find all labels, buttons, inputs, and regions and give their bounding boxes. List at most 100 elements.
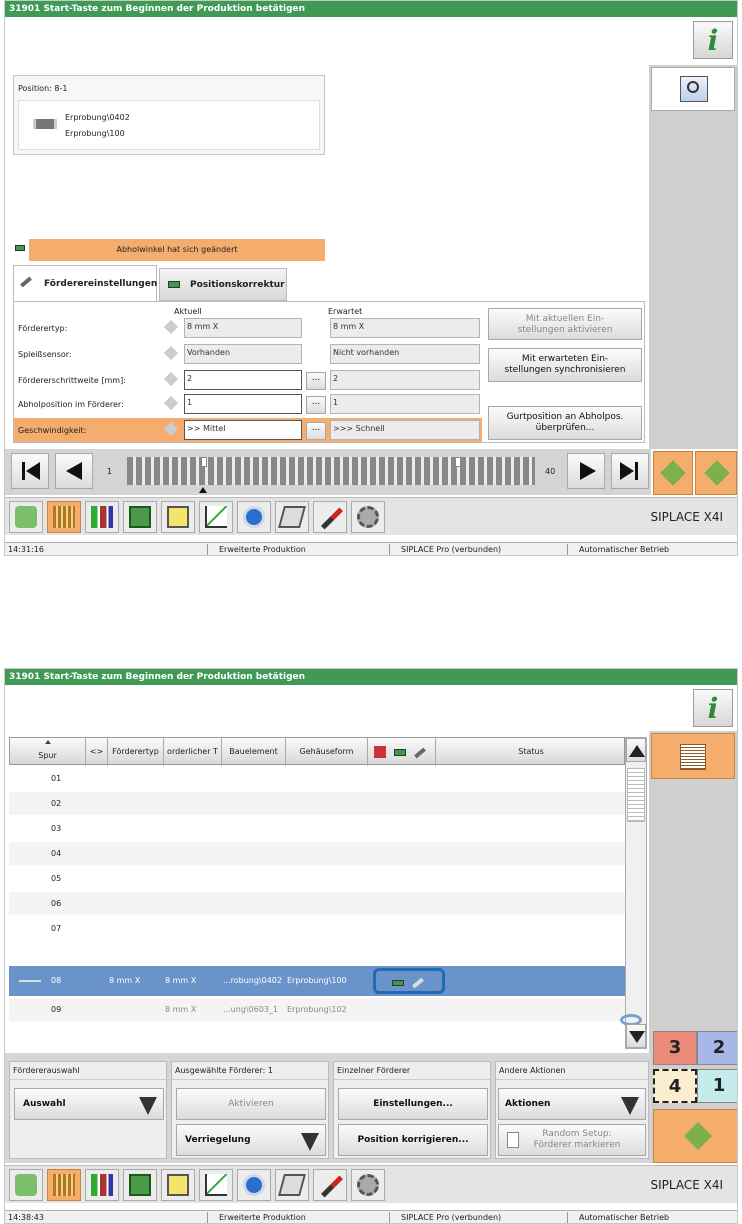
expected-value: >>> Schnell <box>330 420 480 440</box>
pitch-input[interactable]: 2 <box>184 370 302 390</box>
table-row[interactable]: 04 <box>9 842 625 865</box>
correct-position-button[interactable]: Position korrigieren... <box>338 1124 488 1156</box>
table-row-selected[interactable]: 08 8 mm X 8 mm X ...robung\0402 Erprobun… <box>9 966 625 996</box>
column-feeder-type[interactable]: Förderertyp <box>108 738 164 766</box>
camera-icon <box>243 1174 265 1196</box>
screwdriver-icon <box>321 1175 343 1198</box>
row-label: Spleißsensor: <box>18 350 72 359</box>
column-icons[interactable] <box>368 738 436 766</box>
wrench-icon <box>412 977 424 989</box>
diamond-icon <box>163 345 179 361</box>
production-button[interactable] <box>9 501 43 533</box>
camera-button[interactable] <box>237 1169 271 1201</box>
dropdown-arrow-icon <box>301 1133 319 1151</box>
column-spur[interactable]: Spur <box>10 738 86 766</box>
actions-dropdown[interactable]: Aktionen <box>498 1088 646 1120</box>
settings-button[interactable] <box>351 501 385 533</box>
production-button[interactable] <box>9 1169 43 1201</box>
previous-icon <box>66 462 82 480</box>
column-required-type[interactable]: orderlicher T <box>164 738 222 766</box>
tray-button[interactable] <box>275 1169 309 1201</box>
activate-current-button[interactable]: Mit aktuellen Ein- stellungen aktivieren <box>488 308 642 340</box>
inspect-button[interactable] <box>651 67 735 111</box>
continue-button[interactable] <box>653 451 693 495</box>
table-row[interactable]: 10 <box>9 1023 625 1025</box>
table-row[interactable]: 05 <box>9 867 625 890</box>
feeder-track[interactable] <box>127 457 535 485</box>
info-icon: i <box>707 692 719 725</box>
location-1-button[interactable]: 1 <box>697 1069 737 1103</box>
settings-button[interactable]: Einstellungen... <box>338 1088 488 1120</box>
reject-icon <box>374 746 386 758</box>
table-row[interactable]: 09 8 mm X ...ung\0603_1 Erprobung\102 <box>9 998 625 1021</box>
board-button[interactable] <box>123 1169 157 1201</box>
continue-button[interactable] <box>653 1109 737 1163</box>
location-3-button[interactable]: 3 <box>653 1031 697 1065</box>
track-marker <box>201 457 207 467</box>
up-arrow-icon <box>629 745 645 757</box>
messages-button[interactable] <box>161 501 195 533</box>
screen-feeder-list: 31901 Start-Taste zum Beginnen der Produ… <box>4 668 738 1224</box>
check-tape-position-button[interactable]: Gurtposition an Abholpos. überprüfen... <box>488 406 642 440</box>
status-mode: Erweiterte Produktion <box>219 545 306 554</box>
feeder-overview-button[interactable] <box>47 501 81 533</box>
current-position-icon <box>199 487 207 493</box>
scroll-down-button[interactable] <box>626 1024 646 1048</box>
table-row[interactable]: 03 <box>9 817 625 840</box>
table-row[interactable]: 06 <box>9 892 625 915</box>
tools-button[interactable] <box>313 1169 347 1201</box>
pickup-more-button[interactable]: ... <box>306 396 326 414</box>
tools-button[interactable] <box>313 501 347 533</box>
column-package[interactable]: Gehäuseform <box>286 738 368 766</box>
scroll-up-button[interactable] <box>626 738 646 762</box>
random-setup-button[interactable]: Random Setup: Förderer markieren <box>498 1124 646 1156</box>
group-title: Fördererauswahl <box>10 1062 166 1080</box>
feeder-icon <box>394 749 406 756</box>
board-button[interactable] <box>123 501 157 533</box>
last-button[interactable] <box>611 453 649 489</box>
position-box: Position: 8-1 Erprobung\0402 Erprobung\1… <box>13 75 325 155</box>
list-view-button[interactable] <box>651 733 735 779</box>
camera-button[interactable] <box>237 501 271 533</box>
dropdown-arrow-icon <box>621 1097 639 1115</box>
next-icon <box>580 462 596 480</box>
statistics-button[interactable] <box>199 1169 233 1201</box>
tab-position-correction[interactable]: Positionskorrektur <box>159 268 287 301</box>
table-row[interactable]: 01 <box>9 767 625 790</box>
column-status[interactable]: Status <box>436 738 626 766</box>
continue-all-button[interactable] <box>695 451 737 495</box>
activate-button[interactable]: Aktivieren <box>176 1088 326 1120</box>
sync-expected-button[interactable]: Mit erwarteten Ein- stellungen synchroni… <box>488 348 642 382</box>
info-button[interactable]: i <box>693 689 733 727</box>
column-direction[interactable]: <> <box>86 738 108 766</box>
location-4-button[interactable]: 4 <box>653 1069 697 1103</box>
previous-button[interactable] <box>55 453 93 489</box>
feeder-overview-button[interactable] <box>47 1169 81 1201</box>
interlock-dropdown[interactable]: Verriegelung <box>176 1124 326 1156</box>
screwdriver-icon <box>321 507 343 530</box>
expected-value: Nicht vorhanden <box>330 344 480 364</box>
tray-button[interactable] <box>275 501 309 533</box>
scroll-thumb[interactable] <box>627 768 645 822</box>
component-line-1: Erprobung\0402 <box>65 113 130 122</box>
speed-more-button[interactable]: ... <box>306 422 326 440</box>
column-component[interactable]: Bauelement <box>222 738 286 766</box>
info-button[interactable]: i <box>693 21 733 59</box>
location-2-button[interactable]: 2 <box>697 1031 737 1065</box>
title-bar: 31901 Start-Taste zum Beginnen der Produ… <box>5 669 737 685</box>
table-row[interactable]: 02 <box>9 792 625 815</box>
bar-chart-button[interactable] <box>85 1169 119 1201</box>
next-button[interactable] <box>567 453 605 489</box>
selection-dropdown[interactable]: Auswahl <box>14 1088 164 1120</box>
tab-feeder-settings[interactable]: Förderereinstellungen <box>13 265 157 301</box>
bar-chart-button[interactable] <box>85 501 119 533</box>
first-button[interactable] <box>11 453 49 489</box>
settings-button[interactable] <box>351 1169 385 1201</box>
pickup-position-input[interactable]: 1 <box>184 394 302 414</box>
scrollbar[interactable] <box>620 737 647 1049</box>
speed-input[interactable]: >> Mittel <box>184 420 302 440</box>
pitch-more-button[interactable]: ... <box>306 372 326 390</box>
table-row[interactable]: 07 <box>9 917 625 940</box>
messages-button[interactable] <box>161 1169 195 1201</box>
statistics-button[interactable] <box>199 501 233 533</box>
